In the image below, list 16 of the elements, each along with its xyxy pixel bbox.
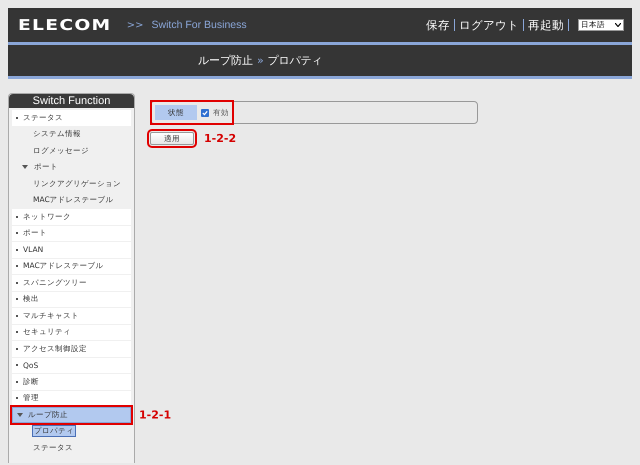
triangle-icon bbox=[22, 165, 28, 170]
caret-icon bbox=[615, 23, 621, 27]
breadcrumb-separator: >> bbox=[126, 20, 144, 30]
annotation-label: 1-2-1 bbox=[139, 408, 172, 422]
sidebar-title: Switch Function bbox=[9, 94, 134, 108]
header-link[interactable]: ログアウト bbox=[459, 18, 519, 32]
page-title: プロパティ bbox=[268, 53, 323, 68]
product-title: Switch For Business bbox=[152, 19, 247, 31]
annotation-label: 1-2-2 bbox=[204, 132, 236, 145]
header-link[interactable]: 保存 bbox=[426, 18, 450, 32]
triangle-icon bbox=[17, 412, 23, 417]
checkbox[interactable] bbox=[201, 108, 209, 116]
header-link[interactable]: 再起動 bbox=[528, 18, 564, 32]
logo: ELECOM bbox=[18, 16, 112, 34]
breadcrumb-section: ループ防止 bbox=[198, 53, 253, 68]
breadcrumb-separator: » bbox=[257, 54, 264, 67]
